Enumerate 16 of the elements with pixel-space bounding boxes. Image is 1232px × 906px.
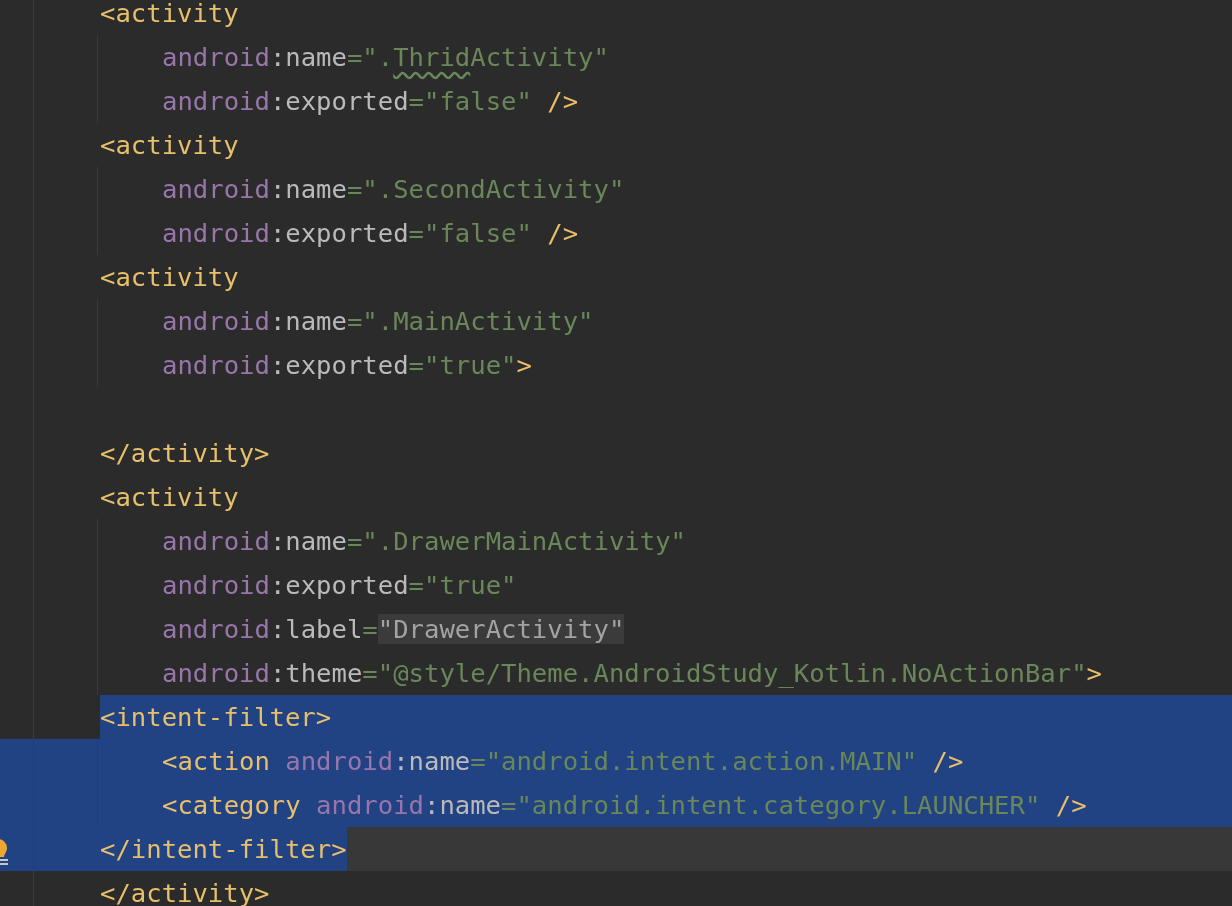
code-line: android:exported="false" /> — [162, 85, 579, 118]
code-line: <activity — [100, 481, 239, 514]
code-line: android:name=".ThridActivity" — [162, 41, 609, 74]
code-line: <activity — [100, 129, 239, 162]
code-line: <activity — [100, 261, 239, 294]
code-line: android:exported="true" — [162, 569, 517, 602]
code-line: <activity — [100, 0, 239, 30]
code-line: </activity> — [100, 437, 270, 470]
code-line: android:name=".MainActivity" — [162, 305, 594, 338]
line-gutter — [0, 739, 34, 783]
code-line: android:name=".DrawerMainActivity" — [162, 525, 686, 558]
code-line: android:exported="true"> — [162, 349, 532, 382]
code-line: android:theme="@style/Theme.AndroidStudy_Kotlin.NoActionBar"> — [162, 657, 1102, 690]
code-line: android:exported="false" /> — [162, 217, 579, 250]
code-line: android:name=".SecondActivity" — [162, 173, 625, 206]
code-line: android:label="DrawerActivity" — [162, 613, 625, 646]
